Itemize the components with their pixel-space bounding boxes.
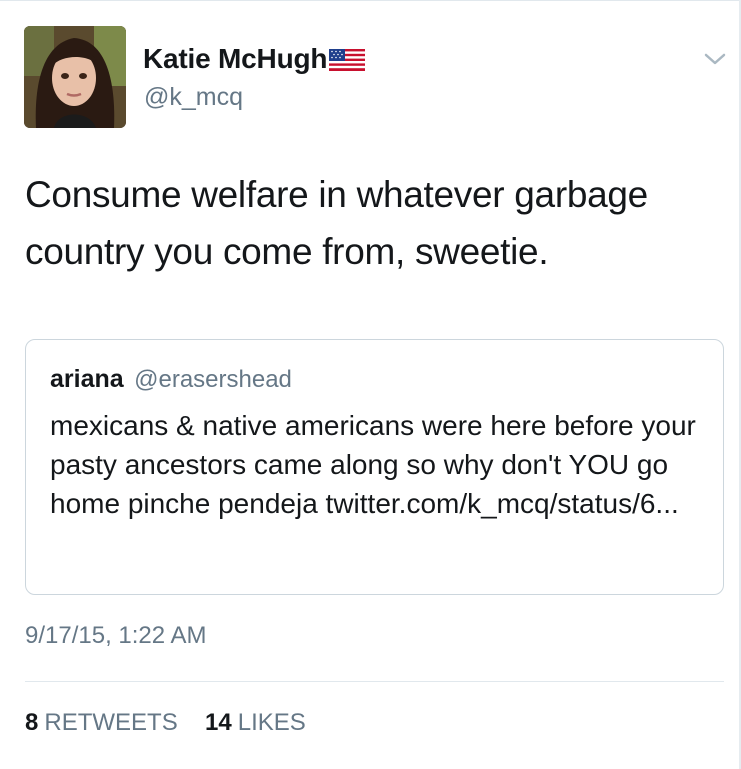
retweets-count: 8 (25, 709, 39, 736)
top-divider (0, 0, 741, 1)
quoted-tweet-text: mexicans & native americans were here be… (50, 410, 696, 519)
chevron-down-icon[interactable] (702, 50, 728, 68)
author-display-name[interactable]: Katie McHugh (143, 43, 327, 75)
tweet-text: Consume welfare in whatever garbage coun… (25, 174, 648, 272)
author-handle[interactable]: @k_mcq (144, 83, 243, 112)
quoted-tweet-header: ariana @erasershead (50, 365, 292, 394)
retweets-label: RETWEETS (44, 709, 178, 736)
quoted-tweet-display-name: ariana (50, 365, 124, 393)
likes-stat[interactable]: 14 LIKES (205, 709, 306, 736)
quoted-tweet-card[interactable]: ariana @erasershead mexicans & native am… (25, 339, 724, 595)
likes-label: LIKES (237, 709, 306, 736)
author-name-row[interactable]: Katie McHugh (143, 43, 366, 75)
likes-count: 14 (205, 709, 232, 736)
tweet-stats: 8 RETWEETS 14 LIKES (25, 709, 306, 737)
quoted-tweet-handle: @erasershead (134, 366, 292, 393)
stats-divider (25, 681, 724, 682)
tweet-timestamp[interactable]: 9/17/15, 1:22 AM (25, 622, 206, 650)
avatar[interactable] (24, 26, 126, 128)
avatar-photo (24, 26, 126, 128)
us-flag-icon (329, 49, 366, 71)
retweets-stat[interactable]: 8 RETWEETS (25, 709, 184, 736)
